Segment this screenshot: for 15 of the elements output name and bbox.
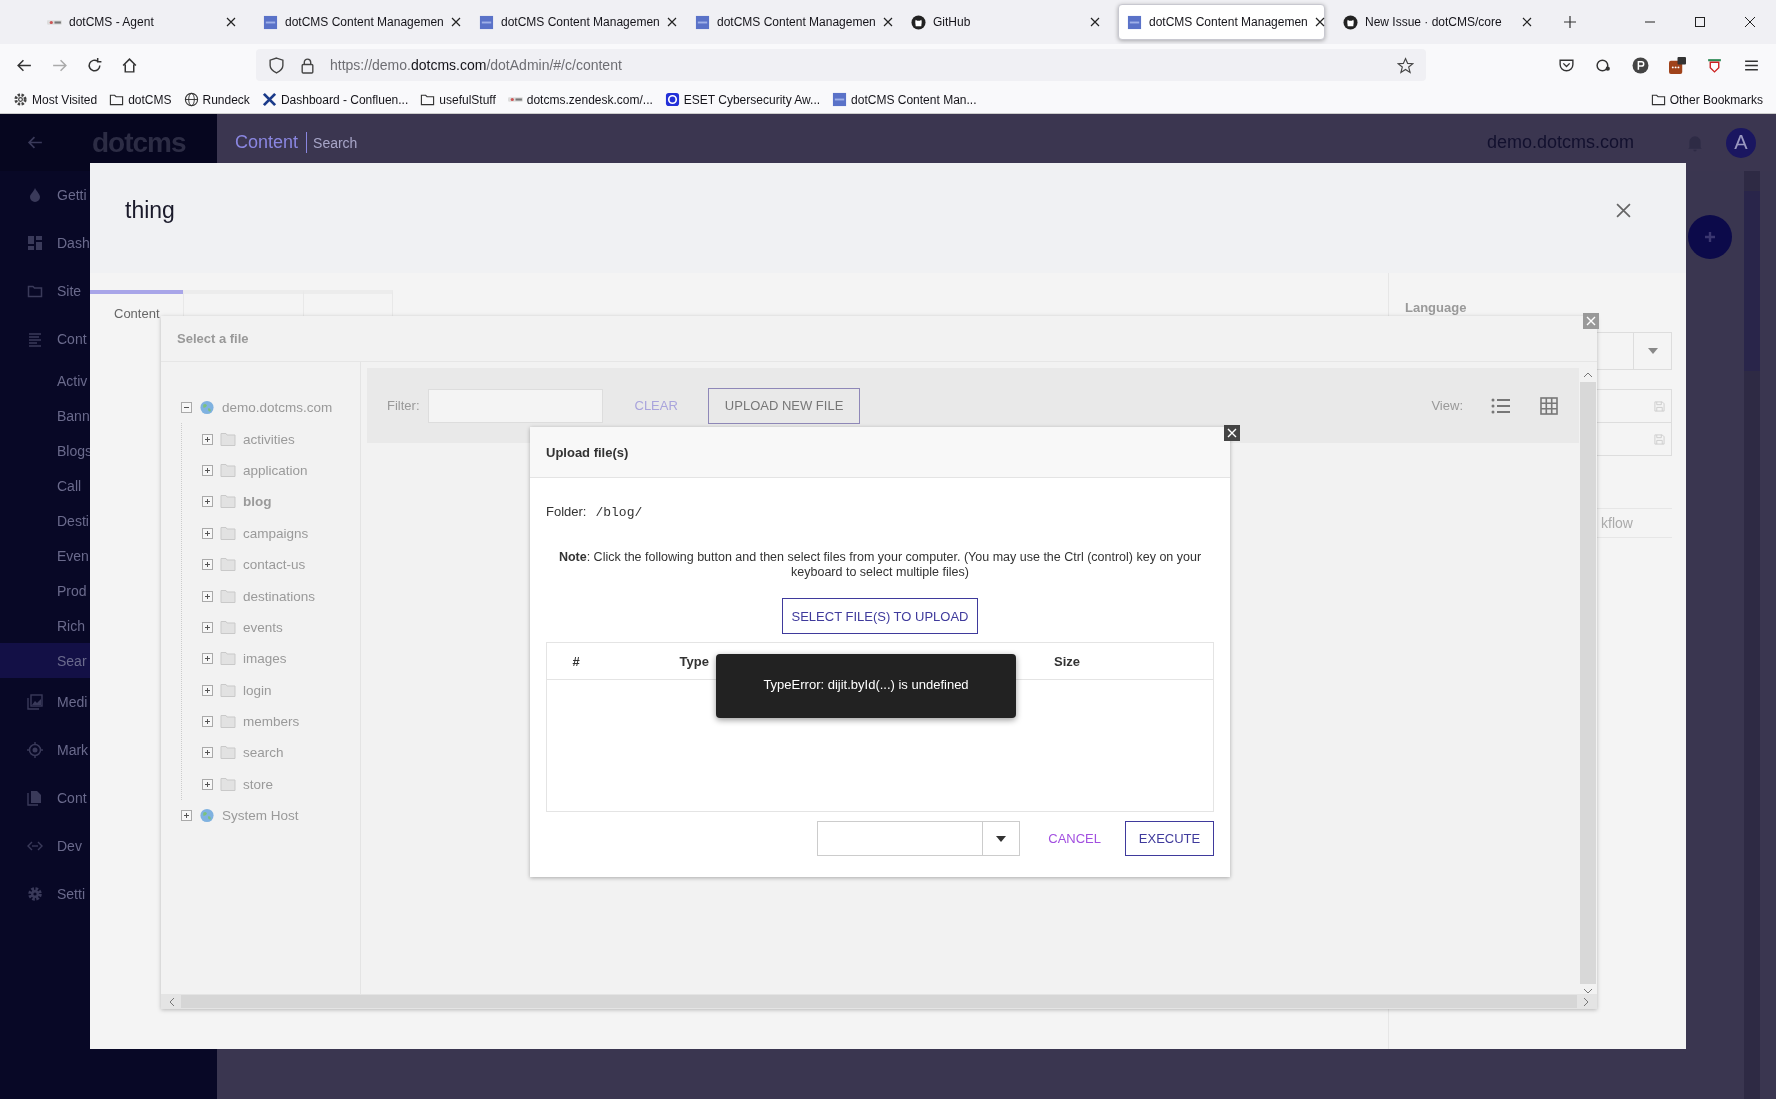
note-text: Note: Click the following button and then select files from your computer. (You may use the Ctrl (control) key on your keyboard to select multiple files) [557,550,1203,580]
dialog-title: Upload file(s) [546,444,629,460]
field-label: Filter: [387,398,420,413]
error-toast: TypeError: dijit.byId(...) is undefined [716,654,1016,718]
dialog-title: thing [125,196,175,224]
column-header: Size [1054,653,1080,669]
folder-path: /blog/ [595,505,643,520]
column-header: # [572,653,580,669]
url-text: https://demo.dotcms.com/dotAdmin/#/c/content [330,57,622,73]
view-label: View: [1431,398,1463,413]
field-label: Language [1405,300,1467,315]
column-header: Type [679,653,709,669]
workflow-label: kflow [1601,515,1633,531]
dialog-title: Select a file [177,331,249,346]
folder-label: Folder: [546,504,587,519]
